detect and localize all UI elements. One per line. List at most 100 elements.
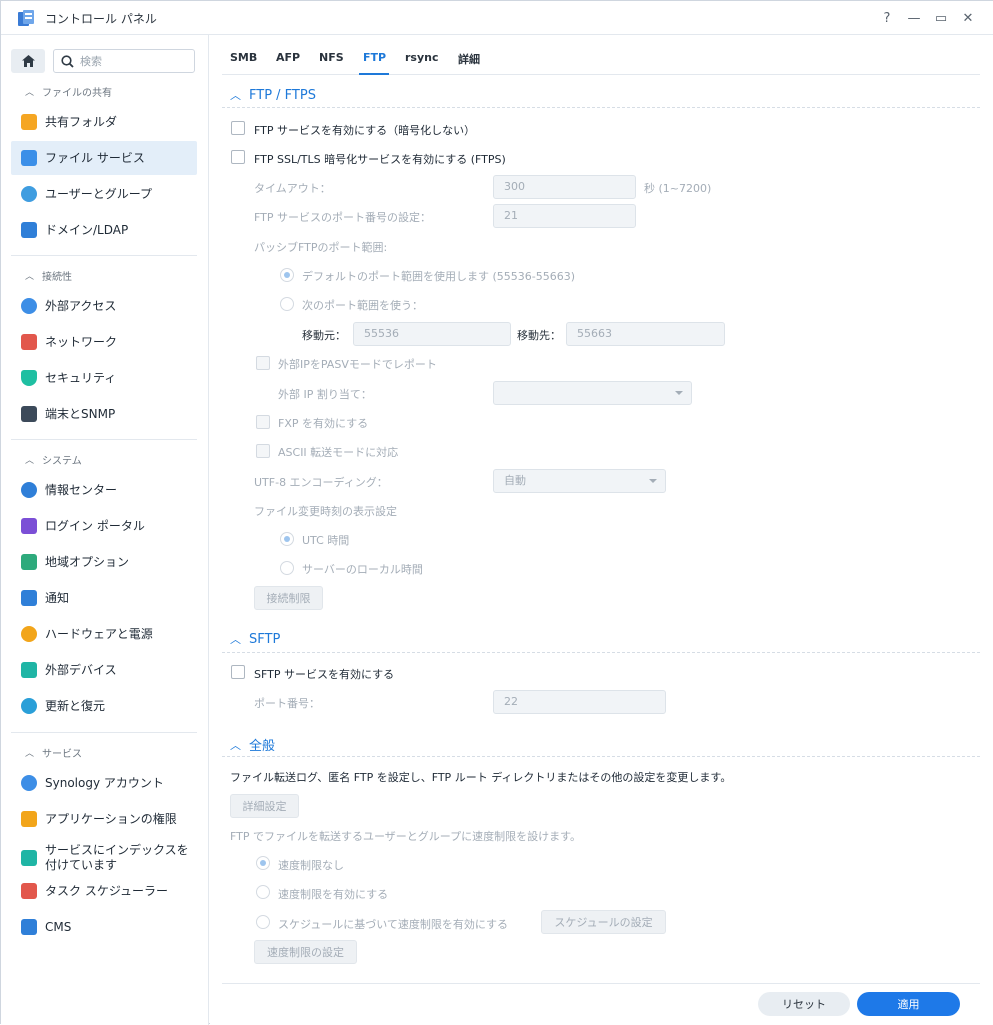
sidebar: ︿ ファイルの共有 共有フォルダ ファイル サービス ユーザーとグループ ドメイ… [1,35,209,1025]
section-header-services[interactable]: ︿ サービス [25,745,82,760]
sftp-port-input[interactable]: 22 [493,690,666,714]
notification-icon [21,590,37,606]
advanced-settings-button[interactable]: 詳細設定 [230,794,299,818]
utf8-select[interactable]: 自動 [493,469,666,493]
sidebar-item-domain-ldap[interactable]: ドメイン/LDAP [11,213,197,247]
sidebar-item-external-access[interactable]: 外部アクセス [11,289,197,323]
enable-ftp-checkbox[interactable] [231,121,245,135]
enable-speed-limit-radio[interactable] [256,885,270,899]
chevron-up-icon: ︿ [230,633,241,646]
chevron-up-icon: ︿ [25,88,35,98]
connection-limit-button[interactable]: 接続制限 [254,586,323,610]
sidebar-item-external-devices[interactable]: 外部デバイス [11,653,197,687]
schedule-speed-limit-radio[interactable] [256,915,270,929]
enable-ftp-label: FTP サービスを有効にする（暗号化しない） [254,124,476,137]
sidebar-item-app-privileges[interactable]: アプリケーションの権限 [11,802,197,836]
tab-rsync[interactable]: rsync [405,51,439,64]
close-icon[interactable]: ✕ [958,8,978,28]
section-header-connectivity[interactable]: ︿ 接続性 [25,268,72,283]
sidebar-item-network[interactable]: ネットワーク [11,325,197,359]
active-tab-indicator [359,73,389,75]
tab-advanced[interactable]: 詳細 [458,51,480,67]
report-external-ip-checkbox[interactable] [256,356,270,370]
enable-ftps-checkbox[interactable] [231,150,245,164]
tab-nfs[interactable]: NFS [319,51,344,64]
dropdown-arrow-icon [649,479,657,483]
external-ip-select[interactable] [493,381,692,405]
section-header-file-sharing[interactable]: ︿ ファイルの共有 [25,84,112,99]
ftp-port-label: FTP サービスのポート番号の設定： [254,211,431,224]
port-to-input[interactable]: 55663 [566,322,725,346]
reset-button[interactable]: リセット [758,992,850,1016]
utf8-label: UTF-8 エンコーディング： [254,476,388,489]
section-divider [222,756,980,757]
section-divider [222,652,980,653]
ascii-label: ASCII 転送モードに対応 [278,446,399,459]
section-general[interactable]: ︿ 全般 [230,735,275,755]
speed-limit-description: FTP でファイルを転送するユーザーとグループに速度制限を設けます。 [230,830,582,843]
window-title: コントロール パネル [45,12,157,26]
utc-time-radio[interactable] [280,532,294,546]
search-input[interactable] [80,53,190,69]
home-button[interactable] [11,49,45,73]
enable-speed-limit-label: 速度制限を有効にする [278,888,389,901]
external-device-icon [21,662,37,678]
sidebar-item-synology-account[interactable]: Synology アカウント [11,766,197,800]
info-icon [21,482,37,498]
sidebar-item-task-scheduler[interactable]: タスク スケジューラー [11,874,197,908]
passive-custom-radio[interactable] [280,297,294,311]
enable-ftps-label: FTP SSL/TLS 暗号化サービスを有効にする (FTPS) [254,153,506,166]
fxp-checkbox[interactable] [256,415,270,429]
section-sftp[interactable]: ︿ SFTP [230,631,280,647]
sidebar-item-regional-options[interactable]: 地域オプション [11,545,197,579]
schedule-settings-button[interactable]: スケジュールの設定 [541,910,666,934]
speed-limit-settings-button[interactable]: 速度制限の設定 [254,940,357,964]
minimize-icon[interactable]: — [904,8,924,28]
control-panel-app-icon [18,10,34,26]
timeout-unit-label: 秒 (1~7200) [644,182,712,195]
fxp-label: FXP を有効にする [278,417,369,430]
ftp-port-input[interactable]: 21 [493,204,636,228]
local-time-radio[interactable] [280,561,294,575]
tab-afp[interactable]: AFP [276,51,300,64]
schedule-speed-limit-label: スケジュールに基づいて速度制限を有効にする [278,918,509,931]
calendar-icon [21,883,37,899]
section-ftp-ftps[interactable]: ︿ FTP / FTPS [230,87,316,103]
no-speed-limit-radio[interactable] [256,856,270,870]
help-icon[interactable]: ? [877,8,897,28]
section-divider [222,107,980,108]
local-time-label: サーバーのローカル時間 [302,563,423,576]
terminal-icon [21,406,37,422]
enable-sftp-checkbox[interactable] [231,665,245,679]
sidebar-item-notification[interactable]: 通知 [11,581,197,615]
report-external-ip-label: 外部IPをPASVモードでレポート [278,358,437,371]
sidebar-item-shared-folder[interactable]: 共有フォルダ [11,105,197,139]
chevron-up-icon: ︿ [25,456,35,466]
chevron-up-icon: ︿ [230,89,241,102]
sidebar-item-indexing-service[interactable]: サービスにインデックスを付けています [11,838,197,878]
sidebar-item-cms[interactable]: CMS [11,910,197,944]
timeout-input[interactable]: 300 [493,175,636,199]
search-field[interactable] [53,49,195,73]
title-bar: コントロール パネル ? — ▭ ✕ [1,1,993,35]
sidebar-item-terminal-snmp[interactable]: 端末とSNMP [11,397,197,431]
apply-button[interactable]: 適用 [857,992,960,1016]
enable-sftp-label: SFTP サービスを有効にする [254,668,395,681]
port-from-input[interactable]: 55536 [353,322,511,346]
passive-default-radio[interactable] [280,268,294,282]
external-access-icon [21,298,37,314]
sidebar-item-login-portal[interactable]: ログイン ポータル [11,509,197,543]
sidebar-item-hardware-power[interactable]: ハードウェアと電源 [11,617,197,651]
tab-ftp[interactable]: FTP [363,51,386,64]
no-speed-limit-label: 速度制限なし [278,859,344,872]
tab-smb[interactable]: SMB [230,51,257,64]
sidebar-item-info-center[interactable]: 情報センター [11,473,197,507]
ascii-checkbox[interactable] [256,444,270,458]
section-header-system[interactable]: ︿ システム [25,452,82,467]
sidebar-item-security[interactable]: セキュリティ [11,361,197,395]
maximize-icon[interactable]: ▭ [931,8,951,28]
sidebar-item-update-restore[interactable]: 更新と復元 [11,689,197,723]
sidebar-item-file-services[interactable]: ファイル サービス [11,141,197,175]
sidebar-item-users-groups[interactable]: ユーザーとグループ [11,177,197,211]
shield-icon [21,370,37,386]
